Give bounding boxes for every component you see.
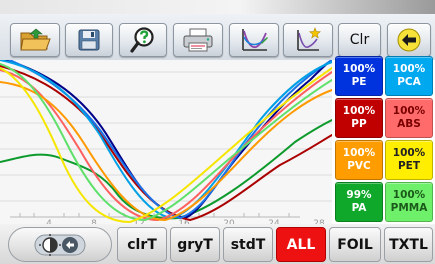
- spectrum-plot: 4 8 12 16 20 24 28: [0, 60, 332, 224]
- material-pct: 100%: [342, 63, 376, 75]
- material-name: PP: [351, 118, 367, 130]
- clear-button[interactable]: Clr: [338, 23, 381, 57]
- back-arrow-icon: [397, 28, 421, 52]
- curve-pe: [7, 60, 332, 219]
- material-pct: 100%: [392, 63, 426, 75]
- clrt-button[interactable]: clrT: [117, 227, 167, 262]
- save-button[interactable]: [65, 23, 113, 57]
- material-pct: 99%: [346, 189, 372, 201]
- material-pmma[interactable]: 100% PMMA: [385, 182, 433, 222]
- back-button[interactable]: [387, 23, 431, 57]
- curve-pet: [0, 67, 332, 223]
- all-button[interactable]: ALL: [276, 227, 326, 262]
- material-name: PMMA: [390, 202, 428, 214]
- material-pp[interactable]: 100% PP: [335, 98, 383, 138]
- help-search-button[interactable]: [119, 23, 167, 57]
- print-button[interactable]: [173, 23, 223, 57]
- open-folder-button[interactable]: [10, 23, 60, 57]
- graph-button[interactable]: [229, 23, 279, 57]
- floppy-disk-icon: [78, 29, 100, 51]
- new-graph-star-icon: [297, 27, 322, 51]
- material-pa[interactable]: 99% PA: [335, 182, 383, 222]
- curve-pca: [0, 60, 332, 219]
- plot-grid: [0, 71, 332, 202]
- material-pvc[interactable]: 100% PVC: [335, 140, 383, 180]
- material-name: PE: [351, 76, 367, 88]
- bottom-bar: clrT gryT stdT ALL FOIL TXTL: [0, 224, 435, 264]
- gryt-button[interactable]: gryT: [170, 227, 220, 262]
- material-name: PA: [351, 202, 367, 214]
- material-pct: 100%: [392, 189, 426, 201]
- material-name: PCA: [397, 76, 421, 88]
- material-pct: 100%: [342, 147, 376, 159]
- material-abs[interactable]: 100% ABS: [385, 98, 433, 138]
- magnifier-question-icon: [130, 27, 154, 53]
- material-pct: 100%: [342, 105, 376, 117]
- material-grid: 100% PE 100% PCA 100% PP 100% ABS 100% P…: [332, 55, 435, 224]
- toolbar: Clr: [0, 14, 435, 60]
- material-name: ABS: [397, 118, 421, 130]
- material-pet[interactable]: 100% PET: [385, 140, 433, 180]
- top-band: [0, 0, 435, 14]
- foil-button[interactable]: FOIL: [329, 227, 381, 262]
- material-pct: 100%: [392, 105, 426, 117]
- printer-icon: [183, 28, 213, 52]
- curve-pp: [0, 65, 332, 221]
- open-folder-icon: [20, 28, 51, 51]
- material-pca[interactable]: 100% PCA: [385, 56, 433, 96]
- curve-abs: [0, 69, 332, 221]
- mode-toggle-icon: [34, 233, 86, 256]
- new-plot-button[interactable]: [283, 23, 333, 57]
- graph-edit-icon: [242, 29, 268, 51]
- material-pct: 100%: [392, 147, 426, 159]
- clear-label: Clr: [349, 32, 370, 48]
- curve-pcb-dark: [3, 60, 332, 219]
- curve-pvc: [0, 81, 332, 221]
- txtl-button[interactable]: TXTL: [384, 227, 433, 262]
- material-pe[interactable]: 100% PE: [335, 56, 383, 96]
- material-name: PVC: [347, 160, 371, 172]
- mode-toggle-button[interactable]: [8, 227, 112, 262]
- material-name: PET: [397, 160, 421, 172]
- stdt-button[interactable]: stdT: [223, 227, 273, 262]
